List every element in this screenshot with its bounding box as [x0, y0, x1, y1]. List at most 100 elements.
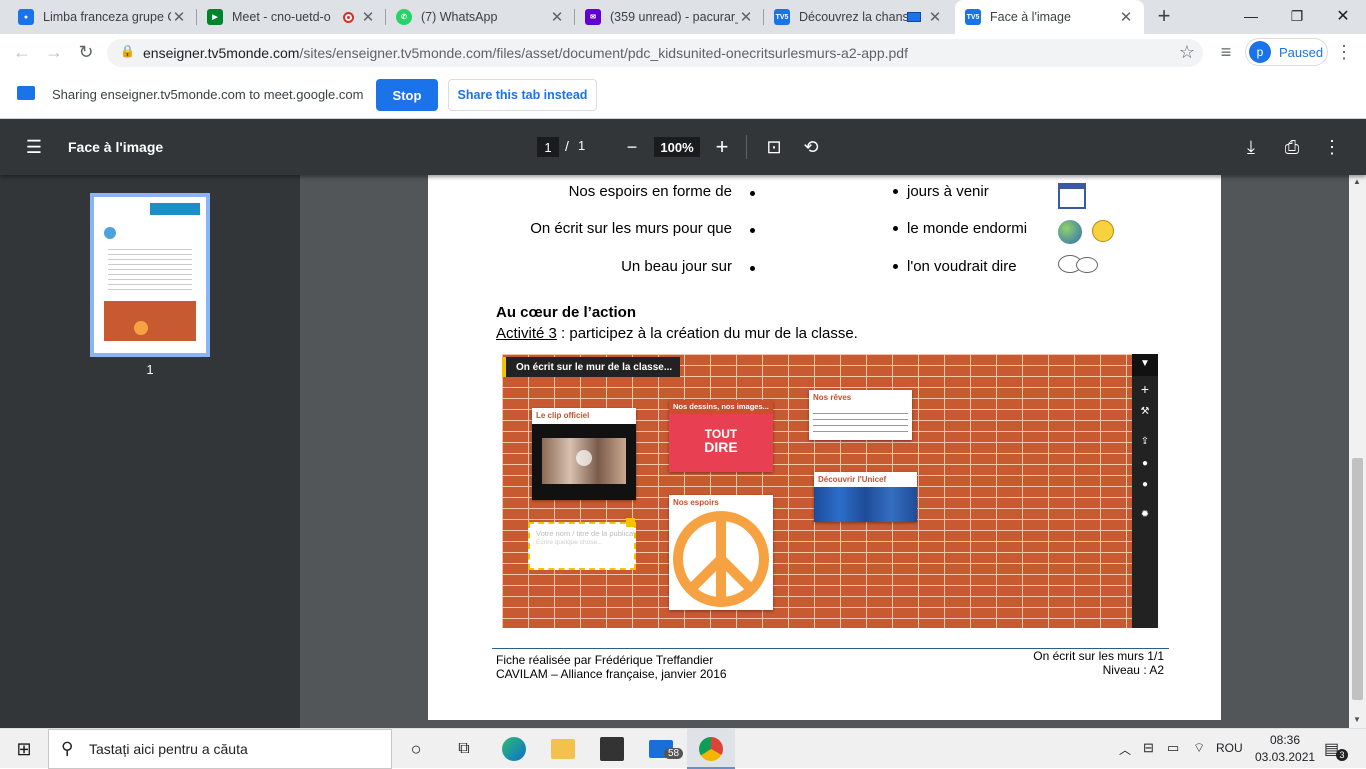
close-icon[interactable]: ✕: [1118, 8, 1134, 26]
close-icon[interactable]: ✕: [549, 8, 565, 26]
match-right-2: le monde endormi: [907, 220, 1028, 237]
page-separator: /: [565, 138, 569, 154]
file-explorer-icon[interactable]: [551, 739, 575, 759]
download-icon[interactable]: ⤓: [1239, 135, 1263, 159]
star-icon[interactable]: ☆: [1179, 42, 1195, 63]
wifi-icon[interactable]: ⌔: [1193, 740, 1205, 756]
pdf-toolbar: ☰ Face à l'image 1 / 1 − 100% + ⊡ ⟲ ⤓ ⎙ …: [0, 119, 1366, 175]
back-icon[interactable]: ←: [10, 40, 34, 64]
card-unicef: Découvrir l'Unicef: [814, 472, 917, 522]
maximize-button[interactable]: ❐: [1274, 0, 1320, 32]
card-header: Nos dessins, nos images...: [669, 400, 773, 414]
edge-icon[interactable]: [502, 737, 526, 761]
profile-button[interactable]: p Paused: [1245, 38, 1328, 66]
address-bar[interactable]: 🔒 enseigner.tv5monde.com/sites/enseigner…: [107, 39, 1203, 67]
fit-page-icon[interactable]: ⊡: [762, 135, 786, 159]
footer-page: On écrit sur les murs 1/1: [1033, 649, 1164, 663]
avatar: p: [1249, 41, 1271, 63]
scrollbar[interactable]: ▲ ▼: [1349, 175, 1366, 728]
gear-icon: ✹: [1140, 509, 1150, 520]
cortana-icon[interactable]: ○: [404, 737, 428, 761]
card-title: Nos rêves: [813, 393, 852, 402]
reading-list-icon[interactable]: ≡: [1214, 40, 1238, 64]
padlet-wall-image: On écrit sur le mur de la classe... Le c…: [502, 354, 1158, 628]
tab-limba-franceza[interactable]: ● Limba franceza grupe C ✕: [8, 0, 197, 34]
card-dreams: Nos rêves: [809, 390, 912, 440]
mail-icon: ✉: [585, 9, 601, 25]
page-total: 1: [578, 138, 586, 153]
match-right-3: l'on voudrait dire: [907, 258, 1017, 275]
globe-icon: [1058, 220, 1082, 244]
tv5-icon: TV5: [965, 9, 981, 25]
network-icon[interactable]: ⊟: [1143, 740, 1154, 756]
zoom-out-icon[interactable]: −: [620, 135, 644, 159]
menu-icon[interactable]: ⋮: [1332, 40, 1356, 64]
more-icon[interactable]: ⋮: [1320, 135, 1344, 159]
scrollbar-thumb[interactable]: [1352, 458, 1363, 700]
print-icon[interactable]: ⎙: [1280, 135, 1304, 159]
card-title: Nos dessins, nos images...: [673, 402, 769, 411]
close-window-button[interactable]: ✕: [1320, 0, 1366, 32]
zoom-in-icon[interactable]: +: [710, 134, 734, 159]
card-title: Nos espoirs: [673, 498, 719, 507]
share-this-tab-button[interactable]: Share this tab instead: [448, 79, 597, 111]
new-tab-button[interactable]: +: [1142, 0, 1186, 32]
clock-time[interactable]: 08:36: [1262, 733, 1308, 747]
close-icon[interactable]: ✕: [171, 8, 187, 26]
close-icon[interactable]: ✕: [927, 8, 943, 26]
activity-text: : participez à la création du mur de la …: [556, 325, 858, 342]
tab-whatsapp[interactable]: ✆ (7) WhatsApp ✕: [386, 0, 575, 34]
language-indicator[interactable]: ROU: [1216, 741, 1243, 755]
hamburger-icon[interactable]: ☰: [22, 135, 46, 159]
task-view-icon[interactable]: ⧉: [452, 737, 476, 761]
windows-start-icon[interactable]: ⊞: [12, 737, 36, 761]
share-icon: ⇪: [1140, 436, 1150, 447]
person-icon: ●: [18, 9, 34, 25]
battery-icon[interactable]: ▭: [1167, 740, 1179, 756]
tv5-icon: TV5: [774, 9, 790, 25]
meet-icon: ▶: [207, 9, 223, 25]
tab-title: Face à l'image: [990, 10, 1071, 24]
calendar-icon: [1058, 183, 1086, 209]
scroll-down-icon[interactable]: ▼: [1353, 715, 1361, 724]
minimize-button[interactable]: —: [1228, 0, 1274, 32]
card-clip: Le clip officiel: [532, 408, 636, 500]
match-right-1: jours à venir: [907, 183, 989, 200]
tab-mail[interactable]: ✉ (359 unread) - pacurar_ ✕: [575, 0, 764, 34]
clock-date[interactable]: 03.03.2021: [1255, 750, 1315, 764]
peace-icon: [673, 511, 769, 607]
forward-icon[interactable]: →: [42, 40, 66, 64]
reload-icon[interactable]: ↻: [74, 40, 98, 64]
close-icon[interactable]: ✕: [360, 8, 376, 26]
card-title: Découvrir l'Unicef: [818, 475, 887, 484]
card-drawings: Nos dessins, nos images... TOUT DIRE: [669, 400, 773, 472]
sharing-infobar: Sharing enseigner.tv5monde.com to meet.g…: [0, 70, 1366, 119]
page-number-input[interactable]: 1: [537, 137, 559, 157]
url-path: /sites/enseigner.tv5monde.com/files/asse…: [299, 45, 908, 61]
scroll-up-icon[interactable]: ▲: [1353, 177, 1361, 186]
footer-level: Niveau : A2: [1102, 663, 1164, 677]
tab-title: Meet - cno-uetd-o: [232, 10, 331, 24]
chrome-taskbar-item[interactable]: [687, 729, 735, 769]
zoom-input[interactable]: 100%: [654, 137, 700, 157]
tab-face-a-l-image[interactable]: TV5 Face à l'image ✕: [955, 0, 1144, 34]
share-screen-icon: [17, 86, 35, 100]
tab-decouvrez[interactable]: TV5 Découvrez la chans ✕: [764, 0, 953, 34]
profile-status: Paused: [1279, 44, 1324, 60]
page-thumbnail[interactable]: [90, 193, 210, 357]
new-post-title: Votre nom / titre de la publicati: [536, 529, 634, 538]
stop-sharing-button[interactable]: Stop: [376, 79, 438, 111]
info-icon: ●: [1141, 458, 1149, 469]
store-icon[interactable]: [600, 737, 624, 761]
pdf-viewer: Nos espoirs en forme de On écrit sur les…: [300, 175, 1349, 728]
close-icon[interactable]: ✕: [738, 8, 754, 26]
tab-title: (359 unread) - pacurar_: [610, 10, 738, 24]
rotate-icon[interactable]: ⟲: [799, 135, 823, 159]
taskbar-search[interactable]: ⚲ Tastați aici pentru a căuta: [48, 729, 392, 769]
new-post-form[interactable]: Votre nom / titre de la publicati Écrire…: [528, 518, 636, 570]
activity-line: Activité 3 : participez à la création du…: [496, 325, 858, 342]
tab-meet[interactable]: ▶ Meet - cno-uetd-o ✕: [197, 0, 386, 34]
thumbnail-page-number: 1: [146, 362, 154, 377]
wall-sidebar: ▼ + ⚒ ⇪ ● ● ✹: [1132, 354, 1158, 628]
chevron-up-icon[interactable]: ︿: [1119, 741, 1131, 758]
